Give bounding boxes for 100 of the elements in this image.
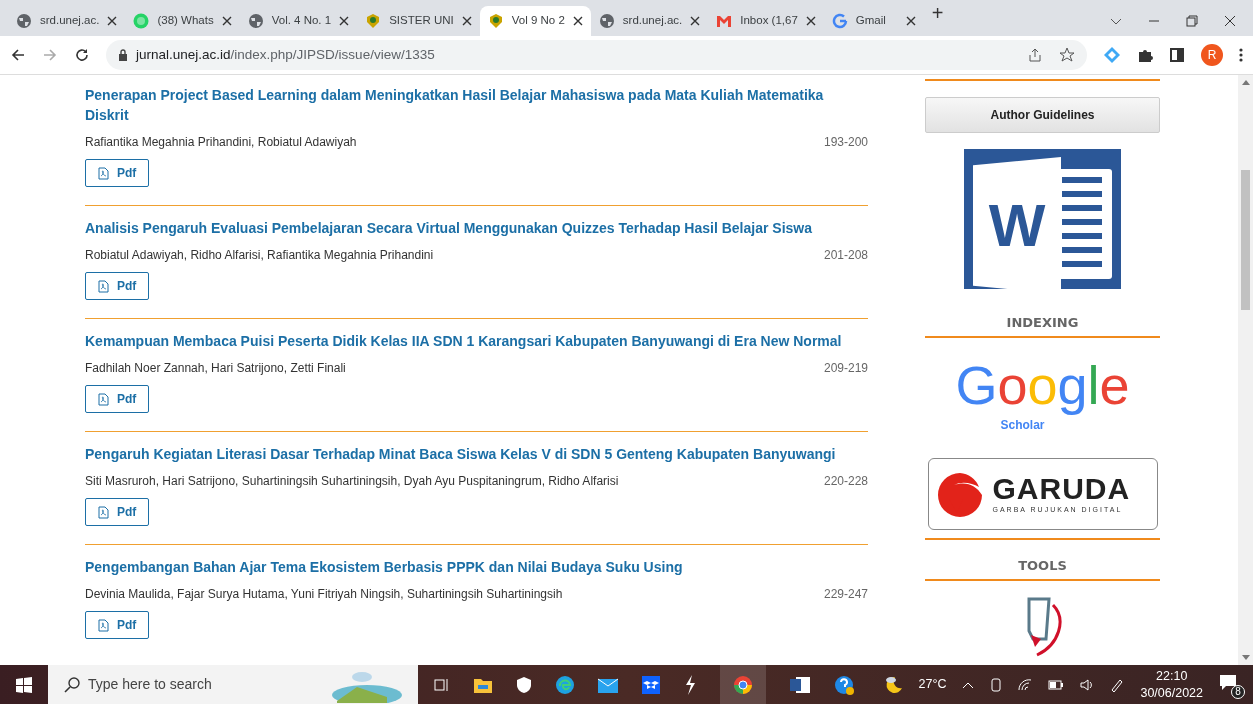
scroll-up-icon[interactable]	[1241, 79, 1250, 85]
shield-icon[interactable]	[516, 676, 532, 693]
article-authors: Rafiantika Megahnia Prihandini, Robiatul Adawiyah	[85, 134, 357, 151]
time-text: 22:10	[1156, 667, 1188, 685]
chrome-app-button[interactable]	[720, 665, 766, 704]
close-icon[interactable]	[461, 16, 472, 26]
windows-start-icon[interactable]	[16, 676, 32, 693]
pdf-button[interactable]: Pdf	[85, 611, 150, 639]
emblem-icon	[365, 13, 382, 29]
section-heading: INDEXING	[1006, 313, 1079, 332]
tab-title: Vol 9 No 2	[511, 13, 565, 29]
lock-icon	[118, 49, 128, 61]
close-icon[interactable]	[107, 16, 118, 26]
dropbox-icon[interactable]	[642, 675, 660, 694]
side-panel-icon[interactable]	[1169, 47, 1185, 63]
edge-browser-icon[interactable]	[556, 675, 574, 694]
close-icon[interactable]	[805, 16, 816, 26]
close-icon[interactable]	[690, 16, 701, 26]
page-range: 201-208	[823, 247, 868, 264]
temperature-text: 27°C	[918, 676, 947, 694]
star-icon[interactable]	[1059, 47, 1075, 63]
battery-icon[interactable]	[1048, 679, 1065, 690]
taskbar-search-field[interactable]: Type here to search	[48, 665, 418, 704]
more-menu-icon[interactable]	[1239, 47, 1243, 63]
article-authors: Siti Masruroh, Hari Satrijono, Suhartiningsih Suhartiningsih, Dyah Ayu Puspitaningrum, Ridho Alfarisi	[85, 473, 619, 490]
browser-tab[interactable]: Vol. 4 No. 1	[239, 6, 358, 36]
browser-tab[interactable]: srd.unej.ac.	[8, 6, 126, 36]
author-guidelines-button[interactable]: Author Guidelines	[925, 97, 1160, 133]
globe-icon	[247, 13, 264, 29]
pen-icon[interactable]	[1110, 677, 1125, 692]
page-range: 209-219	[823, 360, 868, 377]
new-tab-button[interactable]: +	[931, 0, 944, 28]
article-authors: Fadhilah Noer Zannah, Hari Satrijono, Zetti Finali	[85, 360, 346, 377]
browser-tab[interactable]: SISTER UNI	[357, 6, 480, 36]
puzzle-icon[interactable]	[1137, 47, 1153, 63]
scroll-down-icon[interactable]	[1241, 655, 1250, 661]
close-icon[interactable]	[572, 16, 583, 26]
close-icon[interactable]	[221, 16, 232, 26]
wifi-icon[interactable]	[1018, 678, 1033, 691]
pdf-button[interactable]: Pdf	[85, 385, 150, 413]
speaker-icon[interactable]	[1080, 678, 1095, 691]
restore-icon[interactable]	[1185, 14, 1199, 28]
article-title-link[interactable]: Pengembangan Bahan Ajar Tema Ekosistem Berbasis PPPK dan Nilai Budaya Suku Using	[85, 557, 868, 577]
page-range: 220-228	[823, 473, 868, 490]
article-title-link[interactable]: Analisis Pengaruh Evaluasi Pembelajaran Secara Virtual Menggunakan Quizzes Terhadap Hasil Belajar Siswa	[85, 218, 868, 238]
close-icon[interactable]	[905, 16, 916, 26]
notification-count: 8	[1231, 684, 1245, 699]
document-icon	[98, 618, 109, 632]
g-logo-icon	[831, 13, 848, 29]
browser-tab[interactable]: Vol 9 No 2	[479, 6, 591, 36]
notification-button[interactable]: 8	[1219, 670, 1245, 699]
browser-tab[interactable]: Inbox (1,67	[708, 6, 824, 36]
pdf-button[interactable]: Pdf	[85, 159, 150, 187]
garuda-name: GARUDA	[992, 472, 1131, 505]
mail-icon	[716, 13, 733, 29]
close-icon[interactable]	[339, 16, 350, 26]
lightning-bolt-icon[interactable]	[684, 674, 696, 695]
close-icon[interactable]	[1223, 14, 1237, 28]
back-arrow-icon[interactable]	[10, 47, 26, 63]
word-app-icon[interactable]	[790, 675, 810, 694]
date-text: 30/06/2022	[1140, 684, 1203, 702]
address-field[interactable]: jurnal.unej.ac.id/index.php/JIPSD/issue/view/1335	[106, 40, 1087, 70]
chrome-icon	[733, 674, 753, 695]
article-title-link[interactable]: Penerapan Project Based Learning dalam Meningkatkan Hasil Belajar Mahasiswa pada Mata Kuliah Matematika Diskrit	[85, 85, 868, 125]
chevron-up-icon[interactable]	[962, 680, 975, 689]
diamond-extension-icon[interactable]	[1103, 46, 1121, 64]
search-icon	[64, 676, 80, 693]
article-title-link[interactable]: Pengaruh Kegiatan Literasi Dasar Terhadap Minat Baca Siswa Kelas V di SDN 5 Genteng Kabupaten Banyuwangi	[85, 444, 868, 464]
pdf-button[interactable]: Pdf	[85, 272, 150, 300]
globe-icon	[16, 13, 32, 29]
browser-tab[interactable]: (38) Whats	[125, 6, 240, 36]
scholar-text: Scholar	[1000, 417, 1045, 435]
browser-tab[interactable]: srd.unej.ac.	[590, 6, 709, 36]
document-icon	[98, 166, 109, 180]
chat-badge-icon	[133, 13, 150, 29]
article-authors: Robiatul Adawiyah, Ridho Alfarisi, Rafiantika Megahnia Prihandini	[85, 247, 434, 264]
word-letter: W	[988, 190, 1046, 261]
browser-tab[interactable]: Gmail	[823, 6, 924, 36]
globe-icon	[598, 13, 615, 29]
section-heading: TOOLS	[1018, 556, 1067, 575]
emblem-icon	[487, 13, 504, 29]
tab-title: srd.unej.ac.	[40, 13, 100, 29]
scrollbar-thumb[interactable]	[1241, 170, 1250, 310]
url-text: jurnal.unej.ac.id/index.php/JIPSD/issue/view/1335	[136, 45, 435, 64]
tab-title: Gmail	[855, 13, 887, 29]
reload-icon[interactable]	[74, 47, 90, 63]
help-icon[interactable]	[834, 674, 854, 695]
folder-icon[interactable]	[474, 676, 492, 693]
mail-envelope-icon[interactable]	[598, 676, 618, 693]
page-range: 193-200	[823, 134, 868, 151]
document-icon	[98, 279, 109, 293]
tab-title: (38) Whats	[157, 13, 214, 29]
share-icon[interactable]	[1027, 47, 1043, 63]
article-title-link[interactable]: Kemampuan Membaca Puisi Peserta Didik Kelas IIA SDN 1 Karangsari Kabupaten Banyuwangi di Era New Normal	[85, 331, 868, 351]
clock[interactable]: 22:10 30/06/2022	[1140, 667, 1203, 702]
google-wordmark: Google	[955, 354, 1130, 417]
pdf-button[interactable]: Pdf	[85, 498, 150, 526]
speech-bubble-icon	[1219, 674, 1237, 693]
task-view-icon[interactable]	[434, 676, 450, 693]
page-range: 229-247	[823, 586, 868, 603]
